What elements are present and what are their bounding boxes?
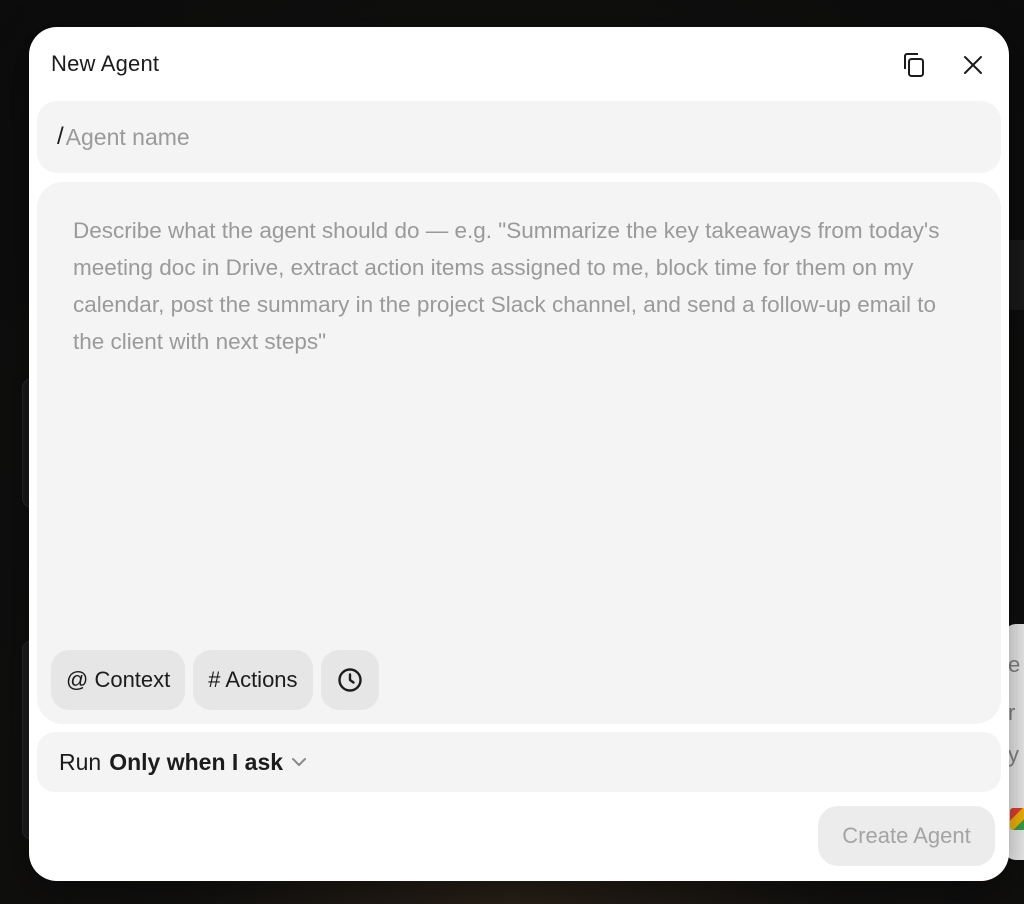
clock-icon: [337, 668, 362, 692]
name-prefix: /: [57, 123, 64, 150]
agent-name-field[interactable]: /: [37, 101, 1001, 173]
schedule-button[interactable]: [320, 650, 379, 710]
run-mode-toggle[interactable]: [289, 752, 309, 772]
duplicate-button[interactable]: [895, 47, 931, 83]
close-icon: [964, 56, 982, 74]
context-button[interactable]: @ Context: [51, 650, 186, 710]
agent-name-input[interactable]: [65, 123, 926, 151]
dialog-title: New Agent: [51, 51, 160, 76]
create-agent-button[interactable]: Create Agent: [818, 806, 995, 866]
background-text: e: [1008, 652, 1021, 677]
actions-button[interactable]: # Actions: [193, 650, 313, 710]
chevron-down-icon: [292, 758, 307, 766]
run-label: Run: [59, 748, 102, 775]
insert-toolbar: @ Context # Actions: [51, 650, 379, 710]
new-agent-dialog: New Agent / Describe what the agent shou…: [29, 27, 1009, 881]
description-placeholder: Describe what the agent should do — e.g.…: [73, 218, 940, 354]
close-button[interactable]: [955, 47, 991, 83]
background-logo: [1010, 808, 1024, 830]
description-field[interactable]: Describe what the agent should do — e.g.…: [37, 182, 1001, 724]
background-text: r: [1008, 700, 1016, 725]
run-mode-row: Run Only when I ask: [37, 732, 1001, 792]
run-mode-dropdown[interactable]: Only when I ask: [109, 749, 283, 776]
copy-icon: [904, 53, 924, 77]
dialog-header: New Agent: [29, 27, 1009, 99]
background-text: y: [1008, 742, 1019, 767]
